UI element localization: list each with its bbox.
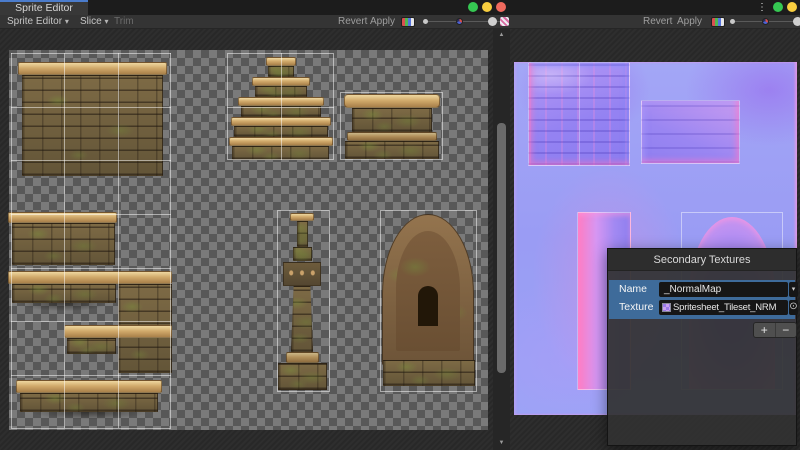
name-dropdown-button[interactable]: ▾ [789, 282, 798, 297]
object-picker-icon: ⊙ [789, 301, 797, 312]
scrollbar-thumb[interactable] [497, 123, 506, 373]
slice-grid-line [11, 53, 12, 428]
tab-sprite-editor[interactable]: Sprite Editor [0, 0, 88, 15]
slice-grid-line [579, 63, 580, 165]
chevron-down-icon: ▾ [65, 17, 69, 26]
left-pane-toolbar: Sprite Editor ▾ Slice ▾ Trim Revert Appl… [0, 15, 510, 29]
secondary-textures-panel: Secondary Textures Name _NormalMap ▾ Tex… [607, 248, 797, 446]
texture-label: Texture [619, 300, 653, 315]
secondary-texture-selected-entry[interactable]: Name _NormalMap ▾ Texture Spritesheet_Ti… [609, 280, 795, 319]
right-pane-tabbar: ⋮ [510, 0, 800, 15]
platform-body [20, 393, 158, 412]
chevron-down-icon: ▾ [792, 286, 796, 293]
trim-button: Trim [110, 15, 138, 28]
slice-grid-line [170, 53, 171, 428]
texture-thumbnail-icon [662, 303, 671, 312]
slice-grid-line [11, 375, 171, 376]
slice-dropdown[interactable]: Slice ▾ [76, 15, 112, 28]
platform-body [67, 338, 116, 354]
scroll-down-icon[interactable]: ▼ [493, 439, 510, 447]
name-dropdown[interactable]: _NormalMap [659, 282, 788, 297]
mip-color-knob-icon[interactable] [456, 18, 463, 25]
chevron-down-icon: ▾ [104, 17, 108, 26]
platform-cap [16, 380, 162, 393]
window-dot-red-icon[interactable] [496, 2, 506, 12]
sprite-editor-dropdown[interactable]: Sprite Editor ▾ [3, 15, 73, 28]
apply-button[interactable]: Apply [673, 15, 706, 28]
add-remove-buttons: + − [753, 322, 797, 338]
nrm-sprite-altar-wall[interactable] [641, 100, 740, 164]
right-pane-toolbar: Revert Apply [510, 15, 800, 29]
panel-title: Secondary Textures [608, 249, 796, 271]
slice-grid-line [11, 214, 171, 215]
slider-start-dot-icon [423, 19, 428, 24]
left-pane-tabbar: Sprite Editor [0, 0, 510, 15]
slice-rect-arch[interactable] [380, 210, 477, 392]
rgb-alpha-toggle-icon[interactable] [711, 17, 725, 27]
name-label: Name [619, 282, 647, 297]
wall-cap [18, 62, 167, 75]
platform-shadow [24, 412, 154, 422]
platform-cap [8, 271, 172, 284]
slice-rect-pillar[interactable] [277, 210, 330, 392]
scroll-up-icon[interactable]: ▲ [493, 31, 510, 39]
window-dot-yellow-icon[interactable] [482, 2, 492, 12]
window-dot-green-icon[interactable] [773, 2, 783, 12]
slice-grid-line [11, 428, 171, 429]
slice-grid-line [11, 53, 171, 54]
sprite-sheet-viewport[interactable] [0, 29, 493, 450]
slice-grid-line [11, 160, 171, 161]
slider-start-dot-icon [730, 19, 735, 24]
window-dot-green-icon[interactable] [468, 2, 478, 12]
revert-button[interactable]: Revert [639, 15, 676, 28]
apply-button[interactable]: Apply [366, 15, 399, 28]
mip-stripes-icon [500, 17, 509, 26]
slice-grid-line [11, 268, 171, 269]
slice-grid-line [227, 107, 334, 108]
object-picker-button[interactable]: ⊙ [789, 300, 798, 315]
pane-menu-icon[interactable]: ⋮ [757, 1, 767, 14]
sprite-editor-dropdown-label: Sprite Editor [7, 16, 62, 27]
slice-dropdown-label: Slice [80, 16, 102, 27]
window-dot-yellow-icon[interactable] [787, 2, 797, 12]
add-secondary-texture-button[interactable]: + [754, 323, 776, 337]
slice-grid-line [11, 321, 171, 322]
slice-rect-altar[interactable] [340, 92, 443, 160]
remove-secondary-texture-button[interactable]: − [776, 323, 797, 337]
vertical-scrollbar[interactable]: ▲ ▼ [493, 29, 510, 450]
slice-grid-line [64, 53, 65, 428]
slice-grid-line [11, 107, 171, 108]
slice-grid-line [118, 53, 119, 428]
sprite-editor-window: Sprite Editor ⋮ Sprite Editor ▾ Slice ▾ … [0, 0, 800, 450]
texture-object-field[interactable]: Spritesheet_Tileset_NRM [659, 300, 788, 315]
zoom-slider-handle[interactable] [793, 17, 800, 26]
zoom-slider-handle[interactable] [488, 17, 497, 26]
texture-object-name: Spritesheet_Tileset_NRM [673, 302, 776, 313]
rgb-alpha-toggle-icon[interactable] [401, 17, 415, 27]
mip-color-knob-icon[interactable] [762, 18, 769, 25]
